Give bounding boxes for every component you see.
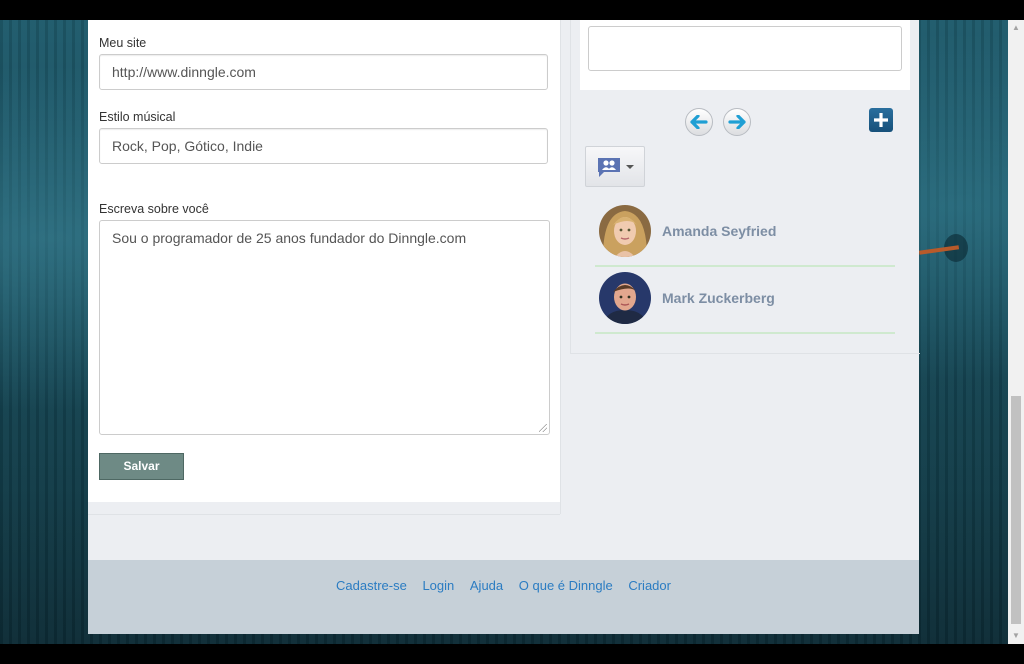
footer-link-creator[interactable]: Criador xyxy=(628,578,671,593)
message-input[interactable] xyxy=(588,26,902,71)
next-button[interactable] xyxy=(723,108,751,136)
about-text: Sou o programador de 25 anos fundador do… xyxy=(112,230,467,246)
add-button[interactable] xyxy=(869,108,893,132)
footer-link-signup[interactable]: Cadastre-se xyxy=(336,578,407,593)
footer-link-login[interactable]: Login xyxy=(422,578,454,593)
site-label: Meu site xyxy=(99,36,147,50)
arrow-left-icon xyxy=(690,115,708,129)
avatar xyxy=(599,272,651,324)
footer-link-about[interactable]: O que é Dinngle xyxy=(519,578,613,593)
message-box-area xyxy=(580,20,910,90)
friends-panel: Amanda Seyfried Mark Zuckerberg xyxy=(570,20,920,354)
friend-item[interactable]: Amanda Seyfried xyxy=(595,205,895,267)
footer-links: Cadastre-se Login Ajuda O que é Dinngle … xyxy=(88,578,919,593)
about-textarea[interactable]: Sou o programador de 25 anos fundador do… xyxy=(99,220,550,435)
about-label: Escreva sobre você xyxy=(99,202,209,216)
previous-button[interactable] xyxy=(685,108,713,136)
footer: Cadastre-se Login Ajuda O que é Dinngle … xyxy=(88,560,919,634)
music-style-input[interactable]: Rock, Pop, Gótico, Indie xyxy=(99,128,548,164)
scroll-thumb[interactable] xyxy=(1011,396,1021,624)
scroll-up-arrow-icon[interactable]: ▲ xyxy=(1008,20,1024,36)
footer-link-help[interactable]: Ajuda xyxy=(470,578,503,593)
avatar xyxy=(599,205,651,257)
top-black-bar xyxy=(0,0,1024,20)
friend-name: Mark Zuckerberg xyxy=(662,290,775,306)
chat-people-icon xyxy=(598,157,620,177)
plus-icon xyxy=(874,113,888,127)
card-bottom-strip xyxy=(88,502,560,515)
bottom-black-bar xyxy=(0,644,1024,664)
friend-name: Amanda Seyfried xyxy=(662,223,777,239)
save-button[interactable]: Salvar xyxy=(99,453,184,480)
music-style-label: Estilo músical xyxy=(99,110,176,124)
resize-grip-icon[interactable] xyxy=(539,424,547,432)
chat-dropdown-button[interactable] xyxy=(585,146,645,187)
scroll-down-arrow-icon[interactable]: ▼ xyxy=(1008,628,1024,644)
chevron-down-icon xyxy=(626,164,634,169)
profile-form-card: Meu site http://www.dinngle.com Estilo m… xyxy=(88,20,561,515)
friend-item[interactable]: Mark Zuckerberg xyxy=(595,272,895,334)
site-input[interactable]: http://www.dinngle.com xyxy=(99,54,548,90)
vertical-scrollbar[interactable]: ▲ ▼ xyxy=(1008,20,1024,644)
arrow-right-icon xyxy=(728,115,746,129)
main-container: Meu site http://www.dinngle.com Estilo m… xyxy=(88,20,920,634)
